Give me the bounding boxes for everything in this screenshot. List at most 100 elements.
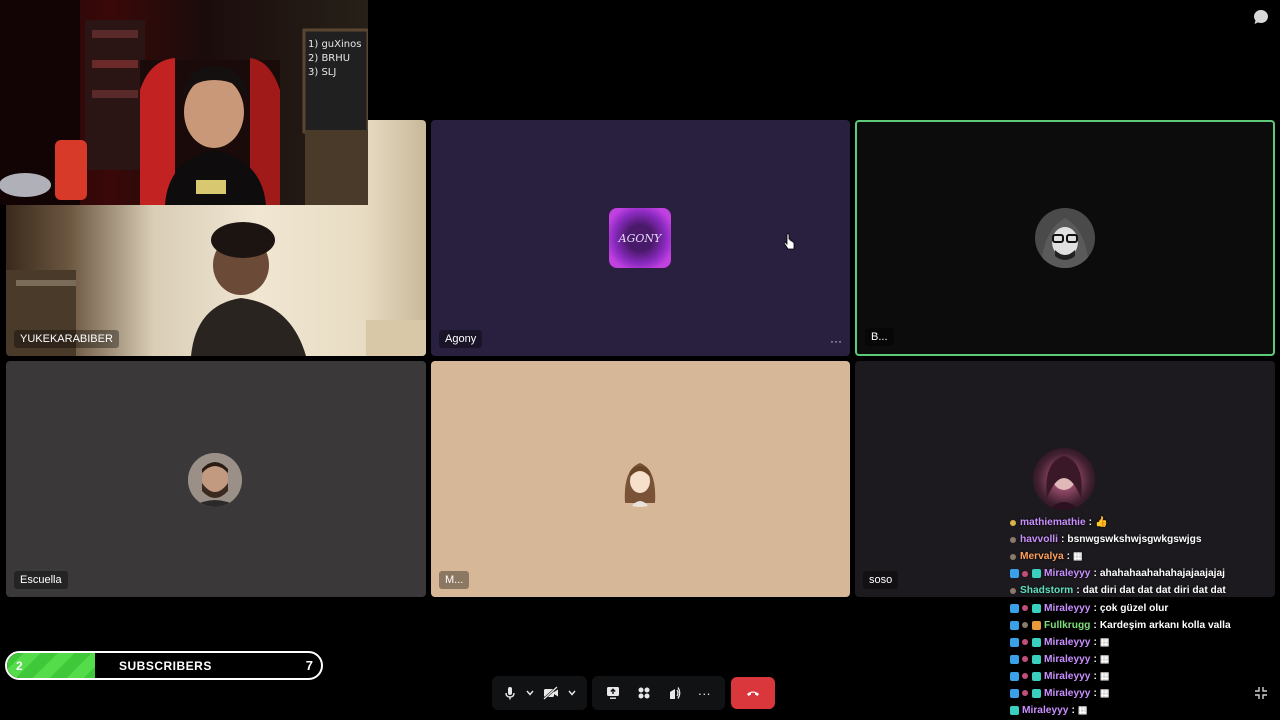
badge-icon <box>1022 570 1028 577</box>
chat-text: ▦ <box>1077 705 1088 717</box>
streamer-webcam: 1) guXinos 2) BRHU 3) SLJ <box>0 0 368 205</box>
badge-icon <box>1010 519 1016 526</box>
badge-icon <box>1032 620 1041 630</box>
chat-text: ▦ <box>1073 551 1083 563</box>
badge-icon <box>1032 637 1041 647</box>
chat-username[interactable]: mathiemathie <box>1020 517 1086 528</box>
badge-icon <box>1032 603 1041 613</box>
badge-icon <box>1032 671 1041 681</box>
tile-agony[interactable]: AGONY Agony ··· <box>431 120 850 356</box>
camera-off-icon[interactable] <box>543 686 559 700</box>
chat-text: 👍 <box>1095 517 1108 529</box>
agony-logo: AGONY <box>609 208 671 268</box>
chat-text: ahahahaahahahajajaajajaj <box>1099 568 1226 580</box>
chat-separator: : <box>1093 687 1097 699</box>
chevron-down-icon[interactable] <box>568 689 576 697</box>
chat-separator: : <box>1093 653 1097 665</box>
chat-message: Miraleyyy: ▦ <box>1010 685 1278 702</box>
chat-message: Miraleyyy: ▦ <box>1010 634 1278 651</box>
subscribers-label: SUBSCRIBERS <box>119 659 212 673</box>
tile-m[interactable]: M... <box>431 361 850 597</box>
avatar <box>1035 208 1095 268</box>
stream-chat: mathiemathie: 👍 havvolli: bsnwgswkshwjsgwkg… <box>1010 514 1278 719</box>
activities-icon[interactable] <box>637 686 651 700</box>
chat-username[interactable]: Miraleyyy <box>1044 688 1090 699</box>
badge-icon <box>1010 620 1019 630</box>
badge-icon <box>1010 706 1019 716</box>
badge-icon <box>1032 654 1041 664</box>
badge-icon <box>1022 656 1028 663</box>
tile-escuella[interactable]: Escuella <box>6 361 426 597</box>
chat-username[interactable]: Shadstorm <box>1020 585 1073 596</box>
tile-name: Agony <box>439 330 483 348</box>
chat-username[interactable]: Fullkrugg <box>1044 620 1090 631</box>
chat-text: bsnwgswkshwjsgwkgswjgs <box>1067 534 1202 546</box>
badge-icon <box>1010 654 1019 664</box>
badge-icon <box>1010 637 1019 647</box>
mouse-cursor-icon <box>783 233 795 250</box>
chat-separator: : <box>1093 636 1097 648</box>
chat-text: çok güzel olur <box>1099 602 1169 614</box>
more-options-button[interactable]: ··· <box>698 686 711 701</box>
chat-message: Miraleyyy: ▦ <box>1010 702 1278 719</box>
chat-text: ▦ <box>1099 636 1110 648</box>
media-controls <box>492 676 587 710</box>
badge-icon <box>1032 688 1041 698</box>
tile-name: soso <box>863 571 899 589</box>
badge-icon <box>1010 587 1016 594</box>
chat-separator: : <box>1060 534 1065 546</box>
subscribers-goal: 7 <box>305 658 313 673</box>
microphone-icon[interactable] <box>503 686 517 700</box>
badge-icon <box>1010 671 1019 681</box>
chat-message: Miraleyyy: ▦ <box>1010 668 1278 685</box>
badge-icon <box>1022 622 1028 629</box>
chat-separator: : <box>1066 551 1071 563</box>
soundboard-icon[interactable] <box>667 686 681 700</box>
chat-separator: : <box>1093 619 1097 631</box>
chat-text: dat diri dat dat dat diri dat dat <box>1082 585 1226 597</box>
badge-icon <box>1022 605 1028 612</box>
avatar <box>188 453 242 507</box>
chat-bubble-icon[interactable] <box>1253 9 1269 25</box>
badge-icon <box>1032 569 1041 579</box>
badge-icon <box>1022 690 1028 697</box>
chat-separator: : <box>1071 705 1075 717</box>
hang-up-button[interactable] <box>731 677 775 709</box>
chat-text: Kardeşim arkanı kolla valla <box>1099 619 1231 631</box>
chat-username[interactable]: havvolli <box>1020 534 1058 545</box>
tile-more-button[interactable]: ··· <box>830 334 842 348</box>
tile-b[interactable]: B... <box>855 120 1275 356</box>
chat-username[interactable]: Miraleyyy <box>1044 654 1090 665</box>
tile-name: Escuella <box>14 571 68 589</box>
avatar <box>613 453 667 507</box>
chat-message: Mervalya: ▦ <box>1010 548 1278 565</box>
badge-icon <box>1010 536 1016 543</box>
chat-separator: : <box>1093 670 1097 682</box>
chat-username[interactable]: Mervalya <box>1020 551 1064 562</box>
tile-name: M... <box>439 571 470 589</box>
chat-text: ▦ <box>1099 670 1110 682</box>
chat-username[interactable]: Miraleyyy <box>1044 568 1090 579</box>
chevron-down-icon[interactable] <box>526 689 534 697</box>
activity-controls: ··· <box>592 676 725 710</box>
whiteboard-text: 1) guXinos 2) BRHU 3) SLJ <box>308 39 362 78</box>
chat-separator: : <box>1088 517 1093 529</box>
chat-message: mathiemathie: 👍 <box>1010 514 1278 531</box>
hang-up-icon <box>747 691 759 696</box>
tile-name: YUKEKARABIBER <box>14 330 119 348</box>
chat-separator: : <box>1076 585 1080 597</box>
chat-username[interactable]: Miraleyyy <box>1044 637 1090 648</box>
badge-icon <box>1022 639 1028 646</box>
screen-share-icon[interactable] <box>606 686 620 700</box>
chat-separator: : <box>1093 602 1097 614</box>
webcam-feed <box>0 0 368 205</box>
chat-message: Miraleyyy: ▦ <box>1010 651 1278 668</box>
avatar <box>1033 448 1095 510</box>
chat-text: ▦ <box>1099 687 1110 699</box>
chat-username[interactable]: Miraleyyy <box>1044 603 1090 614</box>
tile-name: B... <box>865 328 894 346</box>
chat-username[interactable]: Miraleyyy <box>1044 671 1090 682</box>
badge-icon <box>1010 553 1016 560</box>
chat-username[interactable]: Miraleyyy <box>1022 705 1068 716</box>
chat-message: havvolli: bsnwgswkshwjsgwkgswjgs <box>1010 531 1278 548</box>
